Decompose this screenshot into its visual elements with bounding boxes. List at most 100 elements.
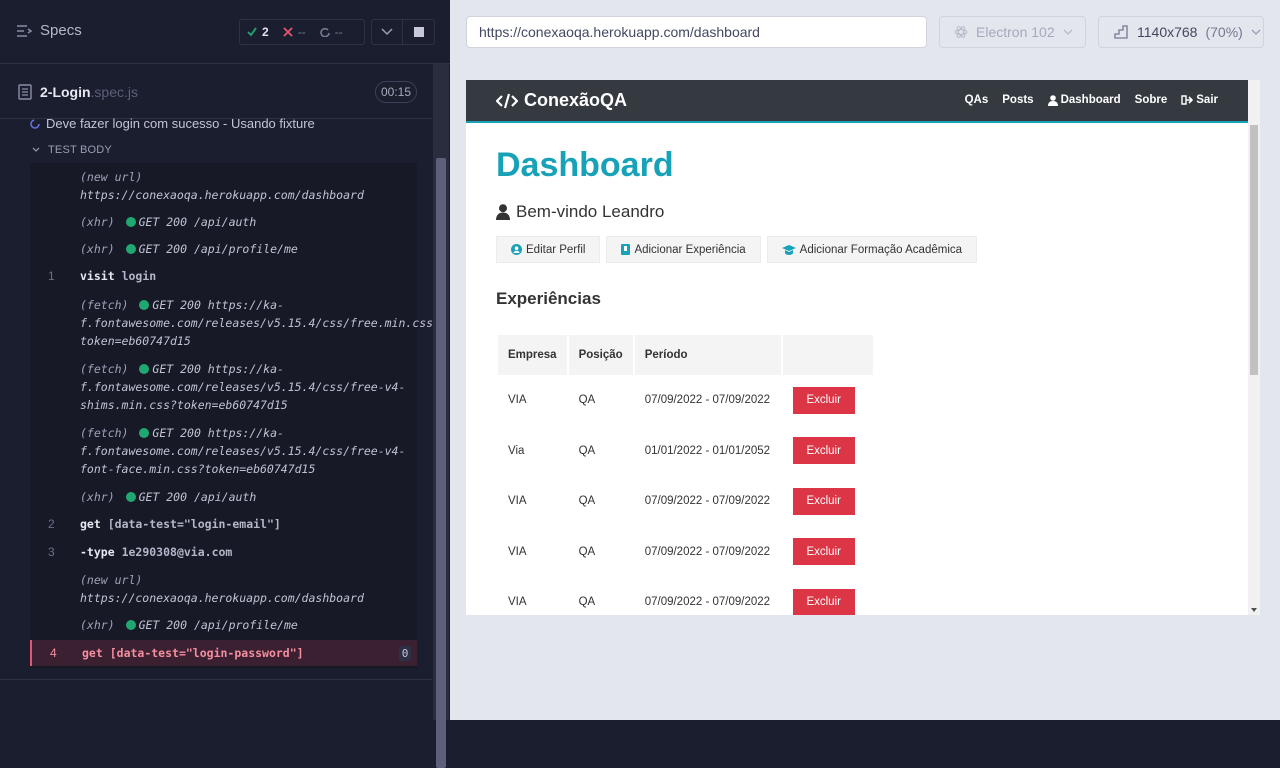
specs-list-icon bbox=[17, 24, 32, 37]
welcome-text: Bem-vindo Leandro bbox=[516, 202, 665, 221]
viewport-info[interactable]: 1140x768 (70%) bbox=[1098, 16, 1264, 48]
scroll-down-arrow-icon[interactable] bbox=[1251, 608, 1257, 612]
command-row[interactable]: 1 visit login bbox=[30, 267, 417, 285]
dashboard-actions: Editar Perfil Adicionar Experiência Adic… bbox=[496, 236, 978, 263]
delete-button[interactable]: Excluir bbox=[792, 538, 855, 566]
spec-row[interactable]: 2-Login.spec.js 00:15 bbox=[0, 65, 432, 119]
command-message: (fetch) GET 200 https://ka-f.fontawesome… bbox=[80, 426, 406, 476]
command-number: 4 bbox=[50, 646, 57, 660]
cell-periodo: 07/09/2022 - 07/09/2022 bbox=[644, 394, 771, 407]
pending-icon bbox=[319, 27, 330, 37]
add-experience-button[interactable]: Adicionar Experiência bbox=[606, 236, 761, 263]
command-row[interactable]: 2 get [data-test="login-email"] bbox=[30, 515, 417, 533]
nav-link-posts[interactable]: Posts bbox=[1002, 94, 1033, 106]
iframe-scrollbar[interactable] bbox=[1248, 80, 1260, 615]
spinner-icon bbox=[30, 118, 40, 129]
edit-profile-label: Editar Perfil bbox=[526, 243, 586, 256]
status-dot-icon bbox=[125, 217, 136, 227]
test-body-label: TEST BODY bbox=[48, 144, 112, 156]
command-row[interactable]: (fetch) GET 200 https://ka-f.fontawesome… bbox=[30, 296, 440, 350]
nav-link-sair[interactable]: Sair bbox=[1181, 94, 1218, 106]
brand-link[interactable]: ConexãoQA bbox=[496, 90, 627, 111]
expand-button[interactable] bbox=[371, 19, 403, 45]
add-education-button[interactable]: Adicionar Formação Acadêmica bbox=[766, 236, 978, 263]
cell-empresa: VIA bbox=[508, 545, 527, 558]
specs-button[interactable]: Specs bbox=[16, 22, 82, 39]
cell-posicao: QA bbox=[578, 394, 596, 407]
nav-link-dashboard[interactable]: Dashboard bbox=[1047, 94, 1121, 106]
browser-selector[interactable]: Electron 102 bbox=[939, 16, 1086, 48]
command-row[interactable]: (xhr) GET 200 /api/profile/me bbox=[30, 616, 417, 634]
status-dot-icon bbox=[139, 364, 150, 374]
table-row: VIA QA 07/09/2022 - 07/09/2022 Excluir bbox=[498, 577, 873, 615]
command-log: (new url) https://conexaoqa.herokuapp.co… bbox=[30, 163, 440, 668]
sign-out-icon bbox=[1181, 95, 1194, 105]
viewport-zoom: (70%) bbox=[1205, 24, 1243, 40]
command-message: (fetch) GET 200 https://ka-f.fontawesome… bbox=[80, 362, 406, 412]
viewport-size: 1140x768 bbox=[1137, 24, 1198, 40]
table-header-row: Empresa Posição Período bbox=[498, 335, 873, 375]
stop-button[interactable] bbox=[403, 19, 435, 45]
stop-icon bbox=[413, 27, 424, 37]
specs-label: Specs bbox=[40, 22, 82, 39]
cell-periodo: 07/09/2022 - 07/09/2022 bbox=[644, 596, 771, 609]
reporter-scrollbar[interactable] bbox=[433, 64, 449, 768]
scrollbar-thumb[interactable] bbox=[1250, 125, 1258, 375]
run-controls bbox=[371, 19, 435, 45]
nav-link-dashboard-label: Dashboard bbox=[1060, 94, 1121, 106]
browser-name: Electron 102 bbox=[976, 24, 1055, 40]
nav-link-qas[interactable]: QAs bbox=[965, 94, 989, 106]
cell-empresa: Via bbox=[508, 444, 525, 457]
command-name: get [data-test="login-password"] bbox=[82, 646, 304, 660]
scrollbar-thumb[interactable] bbox=[436, 158, 446, 768]
chevron-down-icon bbox=[1251, 29, 1261, 35]
edit-profile-button[interactable]: Editar Perfil bbox=[496, 236, 601, 263]
file-icon bbox=[18, 84, 32, 100]
command-message: (new url) https://conexaoqa.herokuapp.co… bbox=[80, 170, 364, 202]
test-title-row[interactable]: Deve fazer login com sucesso - Usando fi… bbox=[30, 116, 315, 131]
cell-posicao: QA bbox=[578, 545, 596, 558]
command-row[interactable]: (xhr) GET 200 /api/profile/me bbox=[30, 240, 417, 258]
cell-periodo: 07/09/2022 - 07/09/2022 bbox=[644, 545, 771, 558]
chevron-down-icon bbox=[381, 28, 393, 36]
command-row[interactable]: (xhr) GET 200 /api/auth bbox=[30, 488, 417, 506]
nav-links: QAs Posts Dashboard Sobre Sair bbox=[965, 94, 1218, 106]
cell-posicao: QA bbox=[578, 444, 596, 457]
experiences-table: Empresa Posição Período VIA QA 07/09/202… bbox=[496, 335, 875, 615]
table-row: VIA QA 07/09/2022 - 07/09/2022 Excluir bbox=[498, 375, 873, 426]
add-experience-label: Adicionar Experiência bbox=[634, 243, 746, 256]
status-dot-icon bbox=[139, 428, 150, 438]
user-circle-icon bbox=[511, 244, 522, 255]
delete-button[interactable]: Excluir bbox=[792, 437, 855, 465]
delete-button[interactable]: Excluir bbox=[792, 487, 855, 515]
command-row[interactable]: (fetch) GET 200 https://ka-f.fontawesome… bbox=[30, 360, 417, 414]
pending-count: -- bbox=[334, 25, 343, 39]
nav-link-sobre[interactable]: Sobre bbox=[1135, 94, 1168, 106]
command-row-failed[interactable]: 4 get [data-test="login-password"] 0 bbox=[30, 640, 417, 666]
page-title: Dashboard bbox=[496, 146, 674, 184]
url-input[interactable]: https://conexaoqa.herokuapp.com/dashboar… bbox=[466, 16, 927, 48]
passed-stat: 2 bbox=[240, 20, 276, 44]
experiences-heading: Experiências bbox=[496, 289, 601, 308]
cell-posicao: QA bbox=[578, 596, 596, 609]
spec-file-name: 2-Login bbox=[40, 84, 91, 100]
command-row[interactable]: (new url) https://conexaoqa.herokuapp.co… bbox=[30, 168, 417, 204]
delete-button[interactable]: Excluir bbox=[792, 588, 855, 615]
command-row[interactable]: 3 -type 1e290308@via.com bbox=[30, 543, 417, 561]
code-icon bbox=[496, 93, 518, 108]
user-icon bbox=[496, 204, 510, 220]
command-row[interactable]: (fetch) GET 200 https://ka-f.fontawesome… bbox=[30, 424, 417, 478]
app-under-test: https://conexaoqa.herokuapp.com/dashboar… bbox=[450, 0, 1280, 720]
test-body-toggle[interactable]: TEST BODY bbox=[32, 144, 112, 156]
spec-duration: 00:15 bbox=[375, 81, 417, 103]
ruler-icon bbox=[1114, 25, 1128, 39]
status-dot-icon bbox=[125, 244, 136, 254]
app-iframe: ConexãoQA QAs Posts Dashboard Sobre Sair… bbox=[466, 80, 1260, 615]
failed-stat: -- bbox=[276, 20, 313, 44]
command-row[interactable]: (new url) https://conexaoqa.herokuapp.co… bbox=[30, 571, 417, 607]
delete-button[interactable]: Excluir bbox=[792, 386, 855, 414]
table-row: Via QA 01/01/2022 - 01/01/2052 Excluir bbox=[498, 426, 873, 477]
command-name: visit login bbox=[80, 269, 157, 283]
check-icon bbox=[247, 27, 257, 37]
command-row[interactable]: (xhr) GET 200 /api/auth bbox=[30, 213, 417, 231]
